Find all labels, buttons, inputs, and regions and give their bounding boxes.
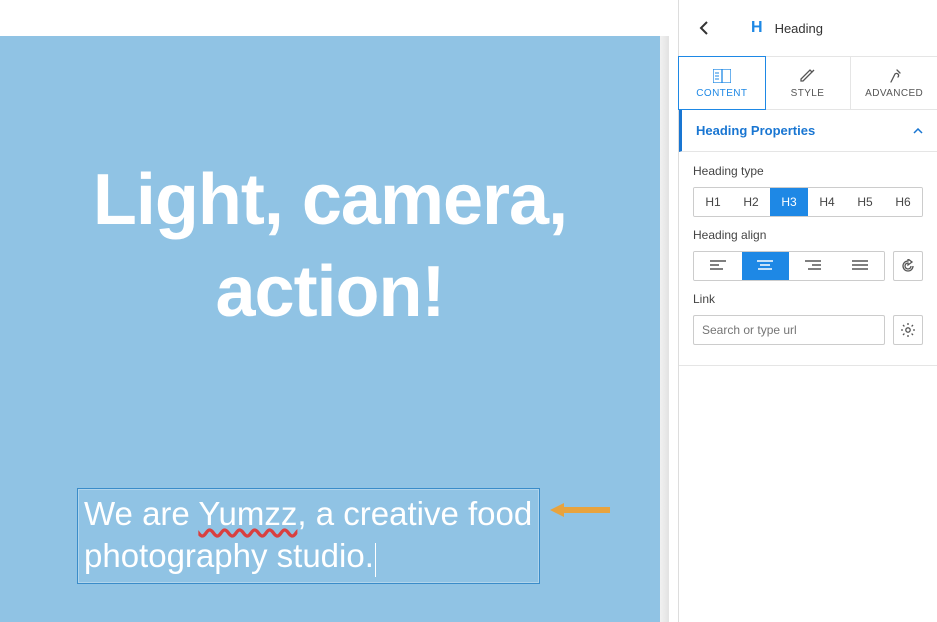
panel-body: Heading type H1 H2 H3 H4 H5 H6 Heading a…	[679, 152, 937, 366]
heading-type-h6[interactable]: H6	[884, 188, 922, 216]
style-icon	[800, 68, 816, 85]
spellcheck-word[interactable]: Yumzz	[198, 495, 297, 532]
align-right-button[interactable]	[789, 252, 837, 280]
heading-type-h2[interactable]: H2	[732, 188, 770, 216]
tab-style-label: STYLE	[791, 88, 825, 99]
panel-title: Heading Properties	[696, 123, 815, 138]
gear-icon	[901, 323, 915, 337]
sub-heading-text[interactable]: We are Yumzz, a creative food photograph…	[84, 493, 533, 577]
panel-heading-properties[interactable]: Heading Properties	[679, 110, 937, 152]
heading-type-selector: H1 H2 H3 H4 H5 H6	[693, 187, 923, 217]
heading-type-h1[interactable]: H1	[694, 188, 732, 216]
properties-sidebar: H Heading CONTENT STYLE ADVANCED Heading…	[678, 0, 937, 622]
chevron-up-icon	[913, 128, 923, 134]
content-icon	[713, 68, 731, 85]
align-left-button[interactable]	[694, 252, 742, 280]
heading-type-h5[interactable]: H5	[846, 188, 884, 216]
heading-type-h4[interactable]: H4	[808, 188, 846, 216]
tab-advanced-label: ADVANCED	[865, 88, 923, 99]
canvas-scrollbar[interactable]	[660, 36, 669, 622]
tab-content-label: CONTENT	[696, 88, 747, 99]
heading-align-label: Heading align	[693, 228, 923, 242]
align-right-icon	[805, 260, 821, 272]
selected-heading-element[interactable]: We are Yumzz, a creative food photograph…	[77, 488, 540, 584]
element-type-label: H Heading	[751, 19, 823, 37]
align-justify-button[interactable]	[837, 252, 885, 280]
heading-icon: H	[751, 19, 763, 37]
tab-advanced[interactable]: ADVANCED	[851, 57, 937, 109]
align-center-icon	[757, 260, 773, 272]
link-label: Link	[693, 292, 923, 306]
advanced-icon	[886, 68, 902, 85]
sub-text-part1: We are	[84, 495, 198, 532]
reset-icon	[901, 259, 915, 273]
tab-style[interactable]: STYLE	[765, 57, 852, 109]
link-settings-button[interactable]	[893, 315, 923, 345]
link-url-input[interactable]	[693, 315, 885, 345]
heading-type-label: Heading type	[693, 164, 923, 178]
heading-type-h3[interactable]: H3	[770, 188, 808, 216]
chevron-left-icon	[699, 21, 709, 35]
sidebar-header: H Heading	[679, 0, 937, 57]
back-button[interactable]	[693, 17, 715, 39]
main-heading[interactable]: Light, camera, action!	[0, 36, 660, 338]
canvas-area: Light, camera, action! We are Yumzz, a c…	[0, 0, 669, 622]
align-center-button[interactable]	[742, 252, 790, 280]
sidebar-tabs: CONTENT STYLE ADVANCED	[679, 57, 937, 110]
align-reset-button[interactable]	[893, 251, 923, 281]
align-left-icon	[710, 260, 726, 272]
element-title: Heading	[775, 21, 823, 36]
page-canvas[interactable]: Light, camera, action! We are Yumzz, a c…	[0, 36, 660, 622]
align-justify-icon	[852, 260, 868, 272]
heading-align-selector	[693, 251, 885, 281]
text-cursor	[375, 543, 376, 577]
tab-content[interactable]: CONTENT	[678, 56, 766, 110]
